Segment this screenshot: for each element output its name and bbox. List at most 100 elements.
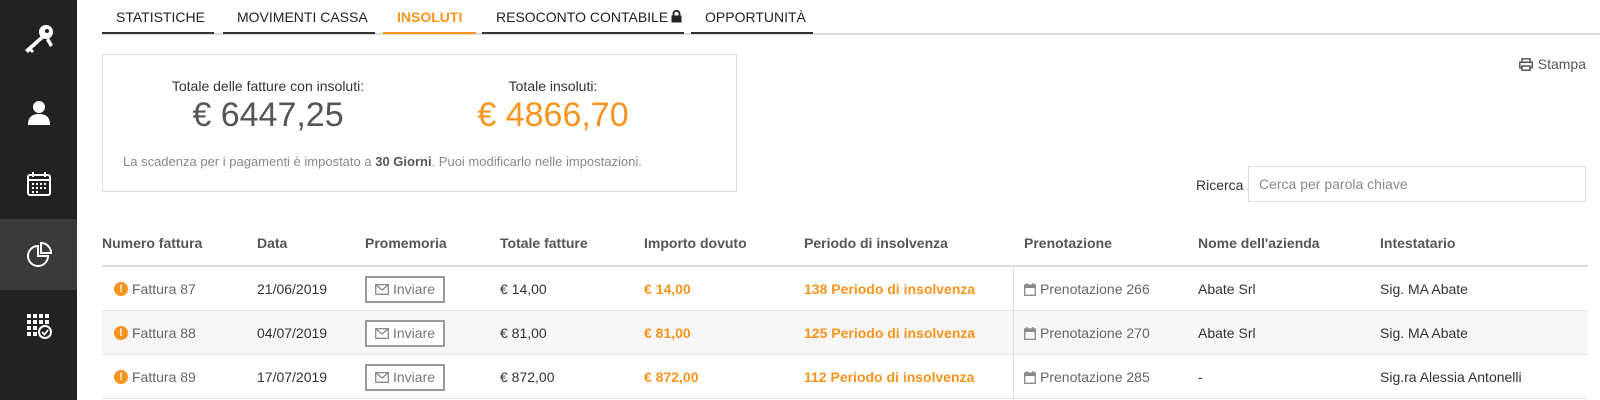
print-label: Stampa <box>1537 56 1586 72</box>
search-input[interactable] <box>1248 166 1586 202</box>
invoice-link[interactable]: ! Fattura 87 <box>114 267 196 311</box>
pie-chart-icon <box>26 241 52 267</box>
envelope-icon <box>375 327 389 339</box>
payment-deadline-note: La scadenza per i pagamenti è impostato … <box>123 154 642 169</box>
amount-due: € 81,00 <box>644 325 691 341</box>
total-unpaid-block: Totale insoluti: € 4866,70 <box>473 78 633 135</box>
reminder-cell: Inviare <box>365 355 446 399</box>
send-label: Inviare <box>393 325 436 341</box>
send-label: Inviare <box>393 369 436 385</box>
send-reminder-button[interactable]: Inviare <box>365 275 446 303</box>
unpaid-summary: Totale delle fatture con insoluti: € 644… <box>102 54 737 192</box>
header-date[interactable]: Data <box>257 235 287 251</box>
company-name: - <box>1198 369 1203 385</box>
calendar-icon <box>26 171 51 196</box>
booking-label: Prenotazione 266 <box>1040 281 1150 297</box>
column-divider <box>1013 355 1014 399</box>
envelope-icon <box>375 371 389 383</box>
invoice-total: € 872,00 <box>500 369 555 385</box>
invoice-total: € 14,00 <box>500 281 547 297</box>
invoice-date: 04/07/2019 <box>257 325 328 341</box>
amount-due: € 14,00 <box>644 281 691 297</box>
invoice-date: 21/06/2019 <box>257 281 328 297</box>
lock-icon <box>671 9 682 26</box>
print-button[interactable]: Stampa <box>1518 56 1586 72</box>
tab-label: MOVIMENTI CASSA <box>237 9 368 25</box>
header-amount-due[interactable]: Importo dovuto <box>644 235 747 251</box>
tab-label: STATISTICHE <box>116 9 205 25</box>
keys-icon <box>24 24 53 53</box>
booking-link[interactable]: Prenotazione 285 <box>1024 355 1150 399</box>
invoice-number: Fattura 89 <box>132 369 196 385</box>
invoice-number: Fattura 87 <box>132 281 196 297</box>
sidebar-item-users[interactable] <box>0 77 77 148</box>
sidebar-item-planner[interactable] <box>0 290 77 361</box>
printer-icon <box>1518 57 1533 71</box>
reminder-cell: Inviare <box>365 267 446 311</box>
company-name: Abate Srl <box>1198 325 1256 341</box>
booking-label: Prenotazione 285 <box>1040 369 1150 385</box>
envelope-icon <box>375 283 389 295</box>
table-row: ! Fattura 89 17/07/2019 Inviare € 872,00 … <box>102 355 1588 399</box>
calendar-icon <box>1024 326 1036 340</box>
table-header: Numero fattura Data Promemoria Totale fa… <box>102 226 1588 267</box>
total-unpaid-value: € 4866,70 <box>477 96 629 134</box>
booking-link[interactable]: Prenotazione 266 <box>1024 267 1150 311</box>
insolvency-period: 112 Periodo di insolvenza <box>804 369 975 385</box>
tab-insoluti[interactable]: INSOLUTI <box>383 0 476 34</box>
send-label: Inviare <box>393 281 436 297</box>
sidebar <box>0 0 77 400</box>
sidebar-item-calendar[interactable] <box>0 148 77 219</box>
header-period[interactable]: Periodo di insolvenza <box>804 235 948 251</box>
tab-label: OPPORTUNITÀ <box>705 9 806 25</box>
tab-movimenti-cassa[interactable]: MOVIMENTI CASSA <box>223 0 375 34</box>
column-divider <box>1013 267 1014 311</box>
booking-link[interactable]: Prenotazione 270 <box>1024 311 1150 355</box>
header-invoice-number[interactable]: Numero fattura <box>102 235 202 251</box>
booking-label: Prenotazione 270 <box>1040 325 1150 341</box>
tab-statistiche[interactable]: STATISTICHE <box>102 0 214 34</box>
send-reminder-button[interactable]: Inviare <box>365 363 446 391</box>
total-invoices-label: Totale delle fatture con insoluti: <box>171 78 365 94</box>
total-invoices-value: € 6447,25 <box>192 96 344 134</box>
insolvency-period: 138 Periodo di insolvenza <box>804 281 976 297</box>
tab-resoconto-contabile[interactable]: RESOCONTO CONTABILE <box>482 0 684 34</box>
header-total[interactable]: Totale fatture <box>500 235 588 251</box>
insolvency-period: 125 Periodo di insolvenza <box>804 325 976 341</box>
header-holder[interactable]: Intestatario <box>1380 235 1455 251</box>
calendar-check-icon <box>26 313 52 339</box>
tab-label: INSOLUTI <box>397 9 463 25</box>
invoice-link[interactable]: ! Fattura 88 <box>114 311 196 355</box>
reminder-cell: Inviare <box>365 311 446 355</box>
warning-icon: ! <box>114 326 128 340</box>
sidebar-item-reports[interactable] <box>0 219 77 290</box>
tab-bar: STATISTICHE MOVIMENTI CASSA INSOLUTI RES… <box>102 0 1600 35</box>
total-invoices-block: Totale delle fatture con insoluti: € 644… <box>158 78 378 135</box>
warning-icon: ! <box>114 370 128 384</box>
total-unpaid-label: Totale insoluti: <box>508 78 598 94</box>
company-name: Abate Srl <box>1198 281 1256 297</box>
table-row: ! Fattura 87 21/06/2019 Inviare € 14,00 €… <box>102 267 1588 311</box>
holder-name: Sig.ra Alessia Antonelli <box>1380 369 1522 385</box>
holder-name: Sig. MA Abate <box>1380 281 1468 297</box>
note-suffix: . Puoi modificarlo nelle impostazioni. <box>431 154 642 169</box>
header-company[interactable]: Nome dell'azienda <box>1198 235 1320 251</box>
calendar-icon <box>1024 282 1036 296</box>
send-reminder-button[interactable]: Inviare <box>365 319 446 347</box>
tab-opportunita[interactable]: OPPORTUNITÀ <box>691 0 813 34</box>
table-row: ! Fattura 88 04/07/2019 Inviare € 81,00 €… <box>102 311 1588 355</box>
invoice-date: 17/07/2019 <box>257 369 328 385</box>
warning-icon: ! <box>114 282 128 296</box>
sidebar-item-keys[interactable] <box>0 0 77 77</box>
header-reminder[interactable]: Promemoria <box>365 235 447 251</box>
holder-name: Sig. MA Abate <box>1380 325 1468 341</box>
note-prefix: La scadenza per i pagamenti è impostato … <box>123 154 376 169</box>
note-days: 30 Giorni <box>375 154 432 169</box>
column-divider <box>1013 311 1014 355</box>
amount-due: € 872,00 <box>644 369 699 385</box>
invoice-link[interactable]: ! Fattura 89 <box>114 355 196 399</box>
invoice-number: Fattura 88 <box>132 325 196 341</box>
search-label: Ricerca <box>1196 177 1244 193</box>
header-booking[interactable]: Prenotazione <box>1024 235 1112 251</box>
tab-label: RESOCONTO CONTABILE <box>496 9 669 25</box>
